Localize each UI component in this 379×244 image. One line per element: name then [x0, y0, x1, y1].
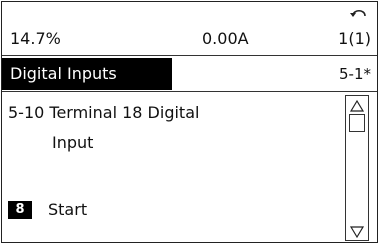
parameter-name: 5-10 Terminal 18 Digital	[8, 103, 200, 122]
divider	[2, 55, 377, 56]
value-label: Start	[48, 200, 88, 219]
status-percentage: 14.7%	[10, 29, 61, 48]
status-bar: 14.7% 0.00A 1(1)	[2, 2, 377, 52]
menu-header[interactable]: Digital Inputs 5-1*	[2, 58, 377, 90]
menu-group-code: 5-1*	[339, 65, 371, 83]
menu-title: Digital Inputs	[10, 64, 117, 83]
scroll-down-arrow-icon[interactable]	[349, 224, 365, 239]
scroll-thumb[interactable]	[349, 114, 365, 132]
divider	[2, 91, 377, 92]
scrollbar[interactable]	[345, 95, 369, 241]
lcd-display: 14.7% 0.00A 1(1) Digital Inputs 5-1* 5-1…	[1, 1, 378, 243]
scroll-up-arrow-icon[interactable]	[349, 98, 365, 112]
status-setup: 1(1)	[338, 29, 371, 48]
value-index-badge: 8	[8, 201, 32, 219]
status-current: 0.00A	[202, 29, 249, 48]
parameter-name-continued: Input	[52, 133, 94, 152]
back-arrow-icon[interactable]	[349, 4, 369, 22]
